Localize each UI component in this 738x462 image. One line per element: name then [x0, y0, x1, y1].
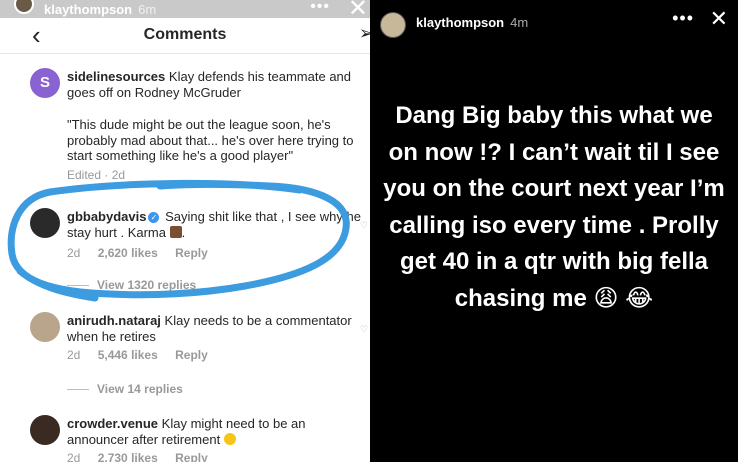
story-header-strip: klaythompson 6m ••• ✕	[0, 0, 370, 22]
story-time: 4m	[510, 15, 529, 30]
view-replies-button[interactable]: View 1320 replies	[67, 278, 196, 292]
comment-age: 2d	[67, 348, 81, 362]
comments-nav-bar: ‹ Comments ➢	[0, 18, 370, 54]
avatar[interactable]	[30, 208, 60, 238]
avatar[interactable]	[14, 0, 34, 14]
comment-username[interactable]: sidelinesources	[67, 69, 165, 84]
view-replies-button[interactable]: View 14 replies	[67, 382, 183, 396]
story-username[interactable]: klaythompson	[44, 2, 132, 17]
avatar[interactable]	[30, 415, 60, 445]
comment-age: 2d	[67, 451, 81, 462]
heart-icon[interactable]: ♡	[360, 220, 368, 231]
story-text: Dang Big baby this what we on now !? I c…	[383, 102, 725, 312]
comment-meta: Edited · 2d	[67, 168, 126, 182]
comment-age: 2d	[67, 246, 81, 260]
avatar[interactable]	[380, 12, 406, 38]
laughing-emoji-icon	[223, 432, 236, 445]
page-title: Comments	[143, 26, 227, 43]
story-panel: klaythompson 4m ••• ✕ Dang Big baby this …	[370, 0, 738, 462]
verified-badge-icon: ✓	[148, 212, 160, 223]
comments-panel: klaythompson 6m ••• ✕ ‹ Comments ➢ S side…	[0, 0, 370, 462]
comment-likes[interactable]: 5,446 likes	[98, 348, 158, 362]
comment-likes[interactable]: 2,620 likes	[98, 246, 158, 260]
story-username[interactable]: klaythompson	[416, 15, 504, 30]
send-icon[interactable]: ➢	[359, 23, 370, 44]
divider	[67, 389, 89, 391]
comment-quote: "This dude might be out the league soon,…	[67, 117, 354, 163]
comment-username[interactable]: gbbabydavis	[67, 209, 146, 224]
comment-username[interactable]: anirudh.nataraj	[67, 313, 161, 328]
comment-username[interactable]: crowder.venue	[67, 416, 158, 431]
reply-button[interactable]: Reply	[175, 348, 208, 362]
close-icon[interactable]: ✕	[710, 6, 728, 32]
comment-likes[interactable]: 2,730 likes	[98, 451, 158, 462]
avatar[interactable]	[30, 312, 60, 342]
more-options-icon[interactable]: •••	[310, 0, 330, 16]
reply-button[interactable]: Reply	[175, 246, 208, 260]
more-options-icon[interactable]: •••	[672, 8, 694, 29]
divider	[67, 285, 89, 287]
reply-button[interactable]: Reply	[175, 451, 208, 462]
avatar[interactable]: S	[30, 68, 60, 98]
person-emoji-icon	[169, 225, 182, 238]
story-time: 6m	[138, 2, 157, 17]
heart-icon[interactable]: ♡	[360, 324, 368, 335]
